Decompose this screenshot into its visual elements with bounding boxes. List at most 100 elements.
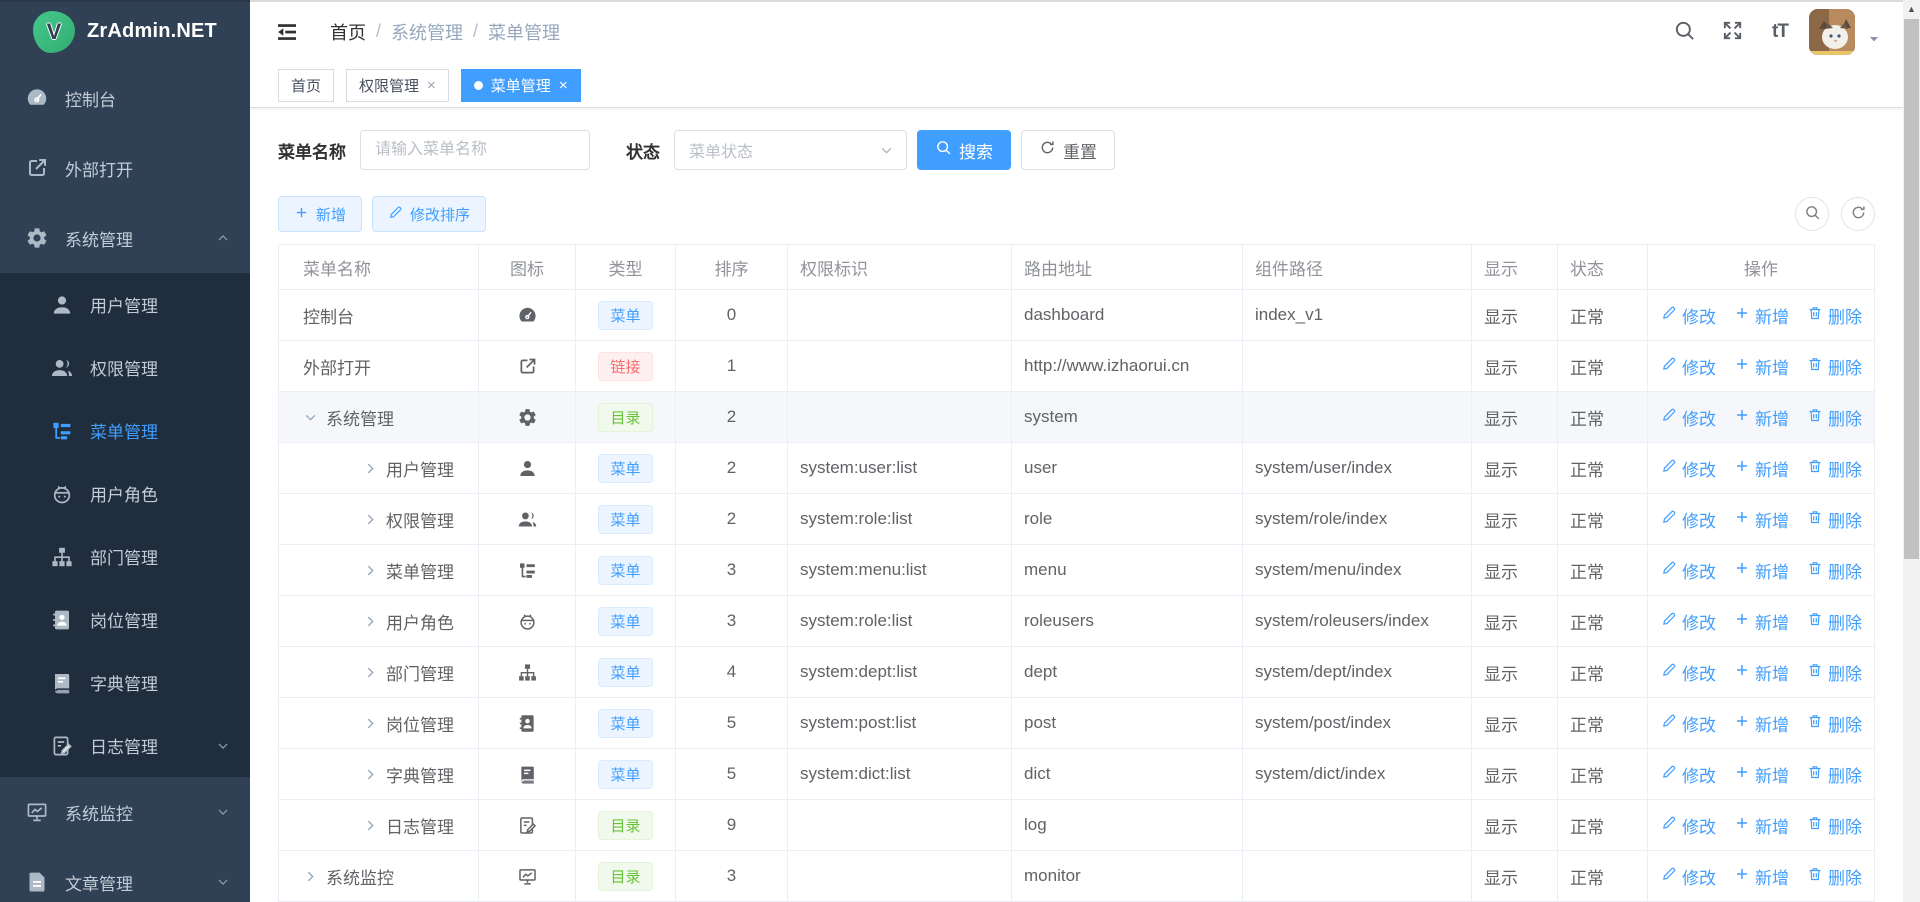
tab-菜单管理[interactable]: 菜单管理 ×	[461, 69, 581, 102]
table-row-用户管理[interactable]: 用户管理菜单2system:user:listusersystem/user/i…	[279, 443, 1875, 494]
tab-首页[interactable]: 首页	[278, 69, 334, 102]
chevron-right-icon[interactable]	[363, 767, 378, 782]
chevron-right-icon[interactable]	[363, 716, 378, 731]
edit-link[interactable]: 修改	[1661, 813, 1716, 838]
font-size-button[interactable]: tT	[1761, 12, 1799, 52]
table-row-岗位管理[interactable]: 岗位管理菜单5system:post:listpostsystem/post/i…	[279, 698, 1875, 749]
chevron-right-icon[interactable]	[363, 461, 378, 476]
add-link[interactable]: 新增	[1734, 813, 1789, 838]
table-row-用户角色[interactable]: 用户角色菜单3system:role:listroleuserssystem/r…	[279, 596, 1875, 647]
sidebar-item-岗位管理[interactable]: 岗位管理	[0, 588, 250, 651]
table-row-部门管理[interactable]: 部门管理菜单4system:dept:listdeptsystem/dept/i…	[279, 647, 1875, 698]
menu-name-input[interactable]	[360, 130, 590, 170]
delete-link[interactable]: 删除	[1807, 609, 1862, 634]
sidebar-item-控制台[interactable]: 控制台	[0, 63, 250, 133]
breadcrumb-item[interactable]: 首页	[330, 19, 366, 45]
add-link[interactable]: 新增	[1734, 456, 1789, 481]
add-link[interactable]: 新增	[1734, 405, 1789, 430]
reset-button[interactable]: 重置	[1021, 130, 1115, 170]
delete-link[interactable]: 删除	[1807, 813, 1862, 838]
edit-link[interactable]: 修改	[1661, 711, 1716, 736]
tab-label: 菜单管理	[491, 75, 551, 96]
vertical-scrollbar[interactable]: ▲	[1903, 0, 1920, 902]
sidebar-item-文章管理[interactable]: 文章管理	[0, 847, 250, 902]
add-link[interactable]: 新增	[1734, 762, 1789, 787]
search-button[interactable]	[1665, 12, 1703, 52]
add-link[interactable]: 新增	[1734, 660, 1789, 685]
add-link[interactable]: 新增	[1734, 507, 1789, 532]
add-link[interactable]: 新增	[1734, 354, 1789, 379]
table-row-权限管理[interactable]: 权限管理菜单2system:role:listrolesystem/role/i…	[279, 494, 1875, 545]
toggle-search-button[interactable]	[1795, 197, 1829, 231]
edit-link[interactable]: 修改	[1661, 762, 1716, 787]
sidebar-item-权限管理[interactable]: 权限管理	[0, 336, 250, 399]
chevron-right-icon[interactable]	[363, 614, 378, 629]
delete-link[interactable]: 删除	[1807, 660, 1862, 685]
edit-link[interactable]: 修改	[1661, 354, 1716, 379]
sidebar-item-用户管理[interactable]: 用户管理	[0, 273, 250, 336]
delete-link[interactable]: 删除	[1807, 354, 1862, 379]
delete-link[interactable]: 删除	[1807, 405, 1862, 430]
sidebar-item-用户角色[interactable]: 用户角色	[0, 462, 250, 525]
edit-link[interactable]: 修改	[1661, 864, 1716, 889]
chevron-right-icon[interactable]	[363, 512, 378, 527]
table-row-系统监控[interactable]: 系统监控目录3monitor显示正常修改新增删除	[279, 851, 1875, 902]
delete-link[interactable]: 删除	[1807, 762, 1862, 787]
delete-link[interactable]: 删除	[1807, 303, 1862, 328]
chevron-right-icon[interactable]	[363, 818, 378, 833]
add-link[interactable]: 新增	[1734, 864, 1789, 889]
scrollbar-up-arrow-icon[interactable]: ▲	[1903, 0, 1920, 17]
table-row-菜单管理[interactable]: 菜单管理菜单3system:menu:listmenusystem/menu/i…	[279, 545, 1875, 596]
sidebar-item-外部打开[interactable]: 外部打开	[0, 133, 250, 203]
breadcrumb-item: 系统管理	[391, 19, 463, 45]
edit-link[interactable]: 修改	[1661, 507, 1716, 532]
table-row-系统管理[interactable]: 系统管理目录2system显示正常修改新增删除	[279, 392, 1875, 443]
chevron-right-icon[interactable]	[363, 665, 378, 680]
table-row-字典管理[interactable]: 字典管理菜单5system:dict:listdictsystem/dict/i…	[279, 749, 1875, 800]
refresh-table-button[interactable]	[1841, 197, 1875, 231]
tab-权限管理[interactable]: 权限管理×	[346, 69, 449, 102]
menu-name: 部门管理	[386, 660, 454, 685]
add-button[interactable]: 新增	[278, 196, 362, 232]
action-label: 新增	[1755, 303, 1789, 328]
user-avatar[interactable]	[1809, 9, 1855, 55]
sidebar-item-字典管理[interactable]: 字典管理	[0, 651, 250, 714]
sidebar-item-系统管理[interactable]: 系统管理	[0, 203, 250, 273]
add-link[interactable]: 新增	[1734, 711, 1789, 736]
cell-perm	[788, 800, 1012, 851]
add-link[interactable]: 新增	[1734, 609, 1789, 634]
delete-link[interactable]: 删除	[1807, 456, 1862, 481]
edit-link[interactable]: 修改	[1661, 456, 1716, 481]
fullscreen-button[interactable]	[1713, 12, 1751, 52]
add-link[interactable]: 新增	[1734, 558, 1789, 583]
edit-link[interactable]: 修改	[1661, 660, 1716, 685]
sidebar-collapse-icon[interactable]	[274, 20, 300, 44]
sidebar-item-日志管理[interactable]: 日志管理	[0, 714, 250, 777]
edit-link[interactable]: 修改	[1661, 609, 1716, 634]
caret-down-icon[interactable]	[1867, 32, 1881, 46]
delete-link[interactable]: 删除	[1807, 507, 1862, 532]
sidebar-item-部门管理[interactable]: 部门管理	[0, 525, 250, 588]
tab-close-icon[interactable]: ×	[559, 78, 568, 93]
edit-link[interactable]: 修改	[1661, 558, 1716, 583]
table-row-控制台[interactable]: 控制台菜单0dashboardindex_v1显示正常修改新增删除	[279, 290, 1875, 341]
chevron-right-icon[interactable]	[363, 563, 378, 578]
change-sort-button[interactable]: 修改排序	[372, 196, 486, 232]
edit-link[interactable]: 修改	[1661, 303, 1716, 328]
scrollbar-thumb[interactable]	[1904, 19, 1919, 559]
delete-link[interactable]: 删除	[1807, 558, 1862, 583]
table-row-日志管理[interactable]: 日志管理目录9log显示正常修改新增删除	[279, 800, 1875, 851]
menu-status-select[interactable]: 菜单状态	[674, 130, 907, 170]
chevron-right-icon[interactable]	[303, 869, 318, 884]
tab-close-icon[interactable]: ×	[427, 78, 436, 93]
delete-link[interactable]: 删除	[1807, 711, 1862, 736]
sidebar-item-系统监控[interactable]: 系统监控	[0, 777, 250, 847]
edit-link[interactable]: 修改	[1661, 405, 1716, 430]
brand[interactable]: V ZrAdmin.NET	[0, 0, 250, 63]
table-row-外部打开[interactable]: 外部打开链接1http://www.izhaorui.cn显示正常修改新增删除	[279, 341, 1875, 392]
sidebar-item-菜单管理[interactable]: 菜单管理	[0, 399, 250, 462]
search-button[interactable]: 搜索	[917, 130, 1011, 170]
delete-link[interactable]: 删除	[1807, 864, 1862, 889]
add-link[interactable]: 新增	[1734, 303, 1789, 328]
chevron-down-icon[interactable]	[303, 410, 318, 425]
